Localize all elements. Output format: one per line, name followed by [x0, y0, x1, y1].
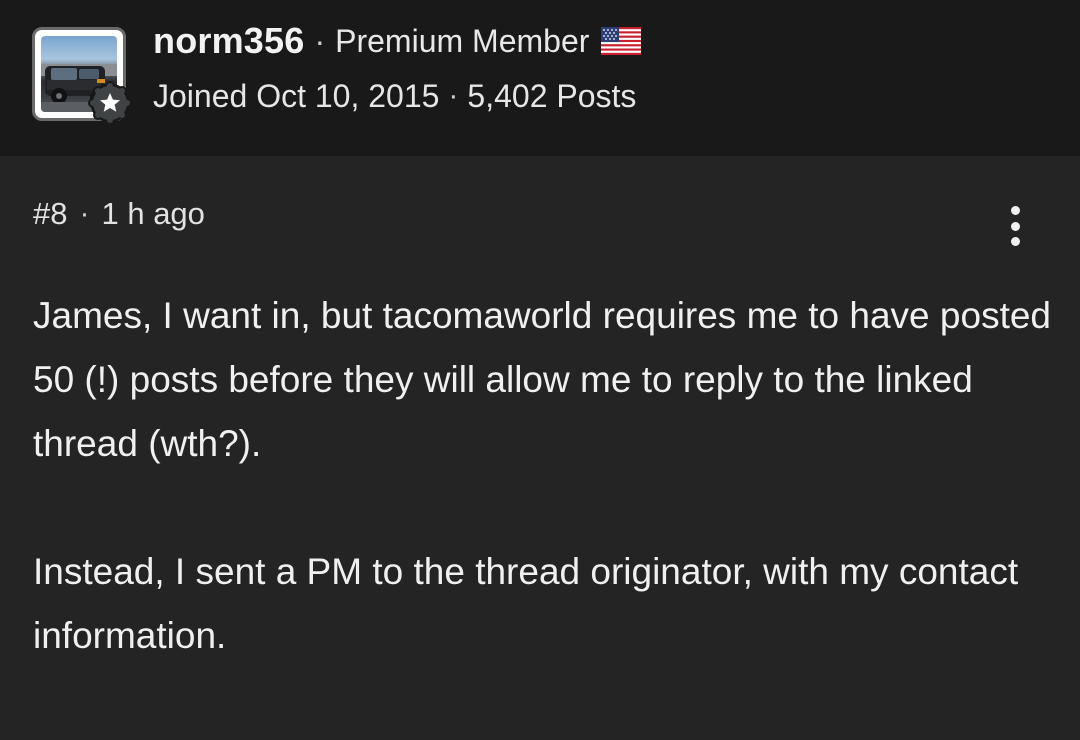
separator-dot: ·: [448, 79, 459, 112]
post-body: James, I want in, but tacomaworld requir…: [33, 284, 1053, 668]
author-name-line: norm356 · Premium Member: [153, 18, 642, 64]
separator-dot: ·: [79, 197, 90, 230]
author-joined-date: Joined Oct 10, 2015: [153, 77, 440, 114]
member-type: Premium Member: [335, 22, 590, 59]
post-author-header: norm356 · Premium Member Joined Oct 10, …: [0, 0, 1080, 156]
separator-dot: ·: [314, 22, 326, 59]
us-flag-icon: [601, 27, 642, 55]
menu-dot: [1010, 221, 1020, 231]
menu-dot: [1010, 206, 1020, 215]
post-number[interactable]: #8: [33, 196, 67, 232]
post-paragraph: Instead, I sent a PM to the thread origi…: [33, 551, 1019, 656]
author-post-count: 5,402 Posts: [467, 77, 637, 114]
author-stats-line: Joined Oct 10, 2015 · 5,402 Posts: [153, 74, 636, 118]
menu-dot: [1010, 237, 1020, 246]
post-meta-line: #8 · 1 h ago: [33, 192, 205, 236]
post-timestamp: 1 h ago: [101, 196, 205, 231]
more-vertical-icon[interactable]: [998, 204, 1032, 248]
post-paragraph: James, I want in, but tacomaworld requir…: [33, 295, 1052, 464]
star-badge-icon: [88, 81, 132, 125]
author-username[interactable]: norm356: [153, 20, 304, 62]
author-avatar[interactable]: [32, 27, 132, 125]
